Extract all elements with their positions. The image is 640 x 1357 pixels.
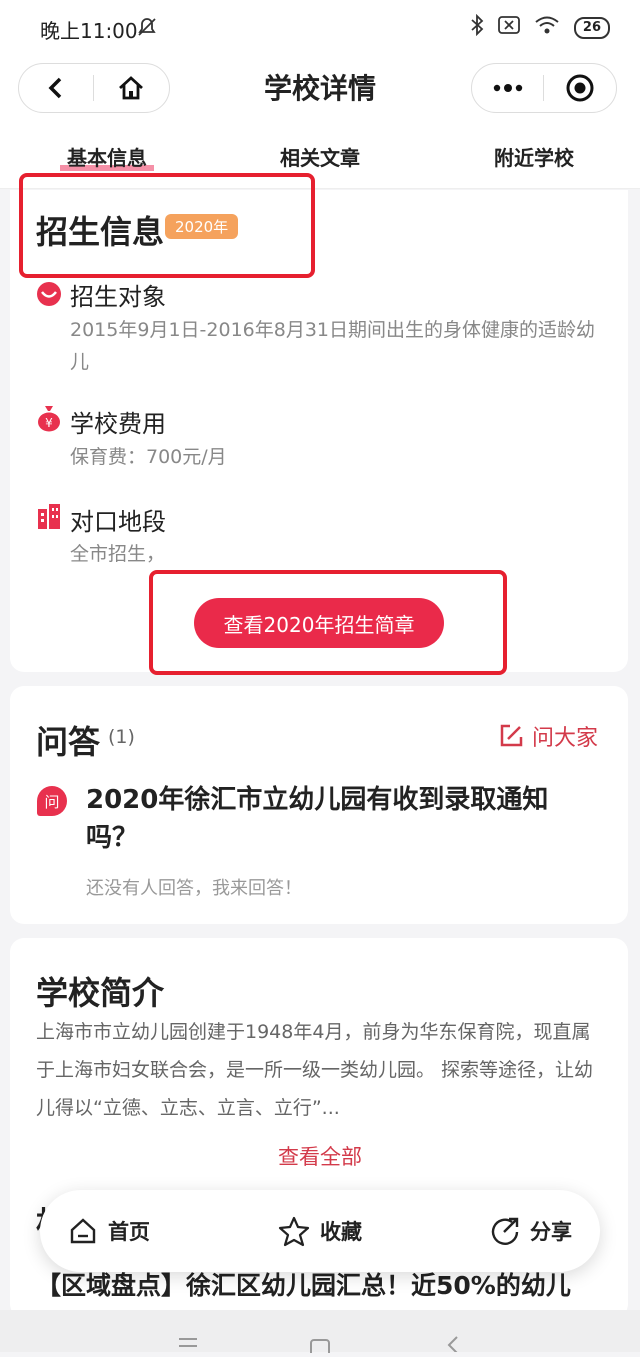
answer-prompt[interactable]: 还没有人回答，我来回答！ xyxy=(86,874,302,900)
admission-target-title: 招生对象 xyxy=(70,283,166,311)
nav-capsule-right xyxy=(471,63,617,113)
share-icon xyxy=(491,1217,519,1245)
page-title: 学校详情 xyxy=(263,72,376,105)
annotation-box-button xyxy=(149,570,507,675)
target-circle-icon xyxy=(566,74,593,102)
qa-heading: 问答 xyxy=(36,723,101,761)
catchment-title: 对口地段 xyxy=(70,508,166,536)
back-nav-icon[interactable] xyxy=(446,1336,460,1356)
status-time: 晚上11:00 xyxy=(40,19,138,43)
tab-basic-info[interactable]: 基本信息 xyxy=(55,142,159,171)
ask-everyone-button[interactable]: 问大家 xyxy=(498,720,598,752)
home-icon xyxy=(119,76,143,100)
school-fee-text: 保育费：700元/月 xyxy=(70,446,227,468)
home-tab-label: 首页 xyxy=(108,1220,150,1244)
view-all-link[interactable]: 查看全部 xyxy=(0,1141,640,1171)
svg-text:¥: ¥ xyxy=(45,416,53,430)
edit-icon xyxy=(500,724,523,747)
home-tab-button[interactable]: 首页 xyxy=(68,1216,150,1246)
star-icon xyxy=(278,1216,310,1247)
building-icon xyxy=(36,503,62,533)
question-badge-icon: 问 xyxy=(37,786,67,816)
qa-count: (1) xyxy=(108,726,135,748)
annotation-box-heading xyxy=(19,173,315,278)
battery-indicator: 26 xyxy=(573,16,610,39)
home-outline-icon xyxy=(70,1218,96,1244)
wifi-icon xyxy=(534,15,560,40)
more-button[interactable] xyxy=(472,64,543,112)
intro-text: 上海市市立幼儿园创建于1948年4月，前身为华东保育院，现直属于上海市妇女联合会… xyxy=(36,1021,594,1119)
home-nav-icon[interactable] xyxy=(310,1338,330,1357)
school-fee-title: 学校费用 xyxy=(70,410,166,438)
home-button[interactable] xyxy=(94,64,168,112)
admission-target-text: 2015年9月1日-2016年8月31日期间出生的身体健康的适龄幼儿 xyxy=(70,319,596,373)
tab-nearby-schools[interactable]: 附近学校 xyxy=(482,142,586,171)
more-dots-icon xyxy=(493,84,522,92)
catchment-text: 全市招生， xyxy=(70,543,166,565)
bottom-action-bar: 首页 收藏 分享 xyxy=(40,1190,600,1272)
nav-capsule-left xyxy=(18,63,170,113)
intro-heading: 学校简介 xyxy=(36,974,165,1012)
share-label: 分享 xyxy=(530,1220,572,1244)
mute-icon xyxy=(136,16,158,42)
sim-icon xyxy=(498,16,520,39)
menu-nav-icon[interactable] xyxy=(178,1336,198,1356)
status-icons: 26 xyxy=(470,13,610,41)
money-bag-icon: ¥ xyxy=(36,404,62,436)
tab-related-articles[interactable]: 相关文章 xyxy=(268,142,372,171)
bluetooth-icon xyxy=(470,13,484,41)
smile-icon xyxy=(36,281,62,311)
close-miniprogram-button[interactable] xyxy=(544,64,615,112)
favorite-label: 收藏 xyxy=(320,1220,362,1244)
back-arrow-icon xyxy=(48,77,62,99)
back-button[interactable] xyxy=(19,64,93,112)
question-text[interactable]: 2020年徐汇市立幼儿园有收到录取通知吗？ xyxy=(86,781,586,857)
ask-everyone-label: 问大家 xyxy=(532,726,599,751)
share-button[interactable]: 分享 xyxy=(490,1216,572,1246)
favorite-button[interactable]: 收藏 xyxy=(278,1215,362,1247)
